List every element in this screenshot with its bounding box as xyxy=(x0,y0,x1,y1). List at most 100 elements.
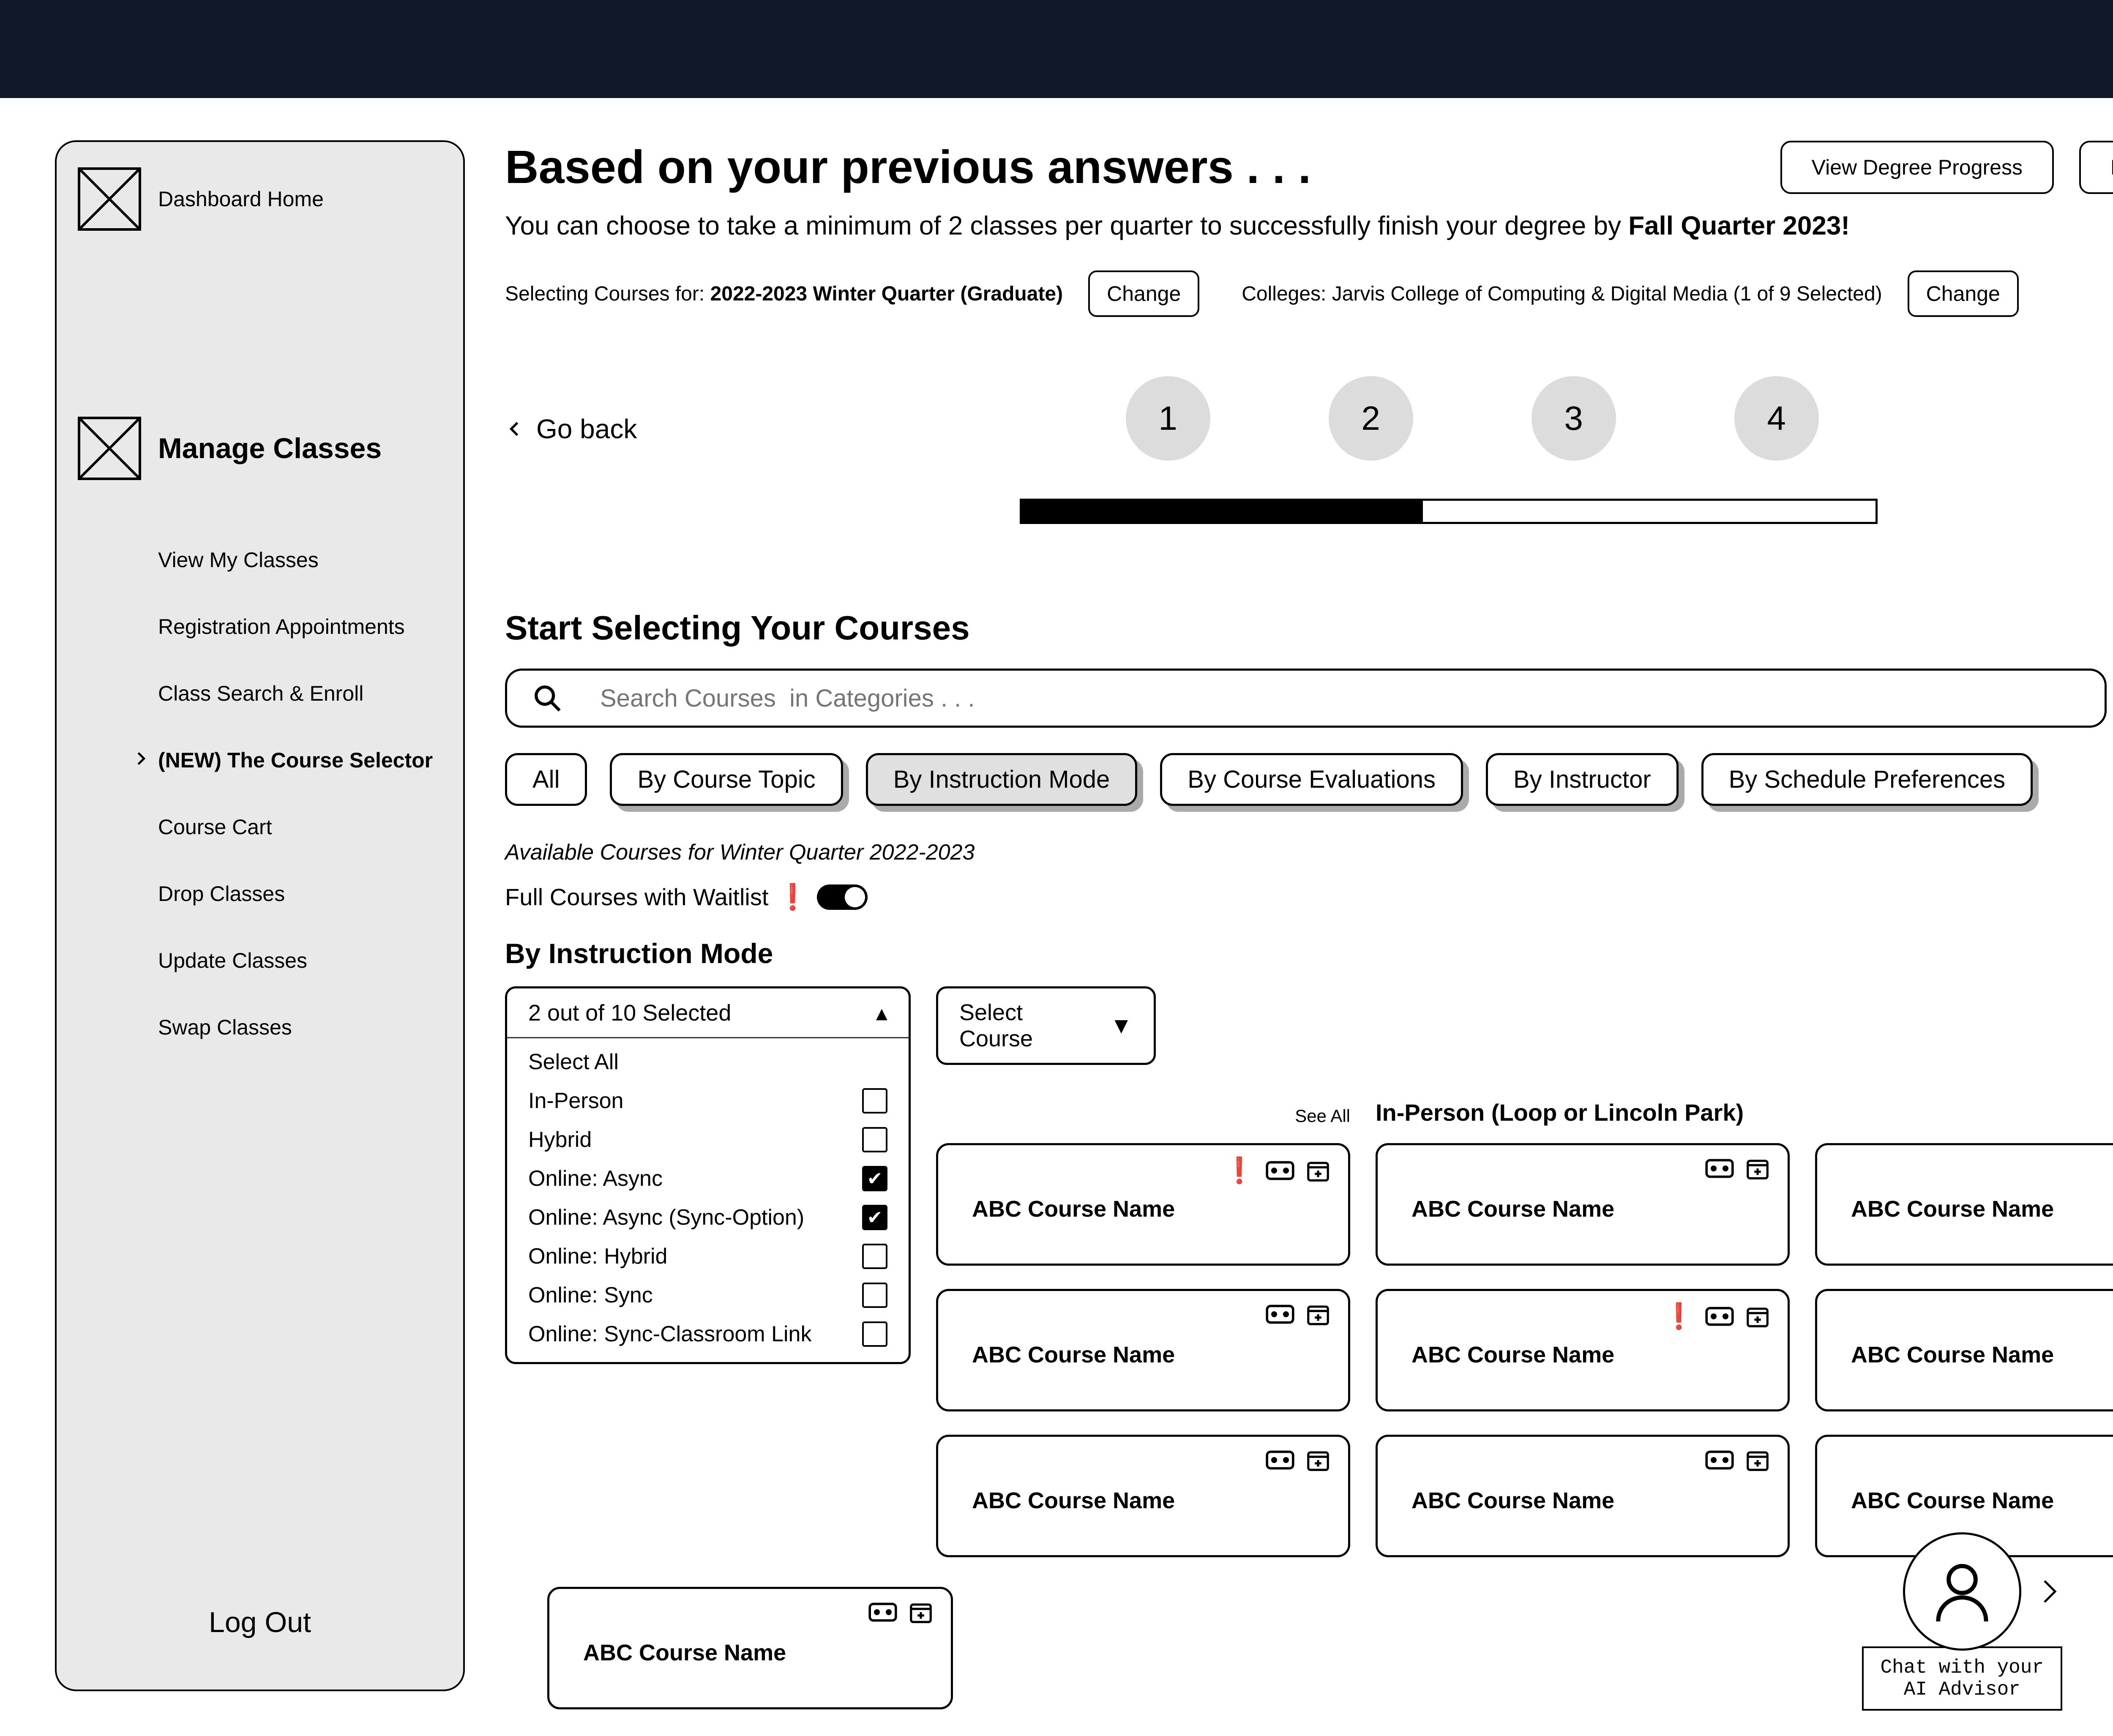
exclamation-icon: ❗ xyxy=(1223,1155,1255,1185)
colleges-label: Colleges: Jarvis College of Computing & … xyxy=(1242,282,1882,306)
vr-icon xyxy=(1705,1305,1734,1328)
filter-course-topic[interactable]: By Course Topic xyxy=(610,753,843,806)
checkbox[interactable] xyxy=(862,1244,887,1269)
sidebar-label: Manage Classes xyxy=(158,432,382,465)
logout-button[interactable]: Log Out xyxy=(78,1606,442,1639)
sidebar-class-search-enroll[interactable]: Class Search & Enroll xyxy=(78,681,442,706)
checkbox[interactable] xyxy=(862,1088,887,1114)
course-card[interactable]: ❗ ABC Course Name xyxy=(1376,1289,1790,1411)
dropdown-online-sync-classroom[interactable]: Online: Sync-Classroom Link xyxy=(524,1315,892,1354)
course-card[interactable]: ABC Course Name xyxy=(1815,1289,2113,1411)
sidebar-update-classes[interactable]: Update Classes xyxy=(78,948,442,973)
sidebar-swap-classes[interactable]: Swap Classes xyxy=(78,1015,442,1040)
vr-icon xyxy=(868,1600,898,1624)
calendar-add-icon[interactable] xyxy=(1305,1301,1331,1327)
course-card[interactable]: ABC Course Name xyxy=(1376,1143,1790,1266)
checkbox[interactable]: ✔ xyxy=(862,1166,887,1191)
section-heading: Start Selecting Your Courses xyxy=(505,609,2113,647)
dropdown-menu: Select All In-Person Hybrid Online: Asyn… xyxy=(507,1037,909,1362)
filter-instructor[interactable]: By Instructor xyxy=(1486,753,1679,806)
exclamation-icon: ❗ xyxy=(1663,1301,1695,1331)
page-title: Based on your previous answers . . . xyxy=(505,140,1311,194)
sidebar-view-my-classes[interactable]: View My Classes xyxy=(78,548,442,572)
dropdown-online-async-sync[interactable]: Online: Async (Sync-Option)✔ xyxy=(524,1198,892,1237)
subtitle: You can choose to take a minimum of 2 cl… xyxy=(505,211,2113,241)
checkbox[interactable]: ✔ xyxy=(862,1205,887,1230)
sidebar-manage-classes[interactable]: Manage Classes xyxy=(78,417,442,480)
filter-all[interactable]: All xyxy=(505,753,587,806)
instruction-mode-dropdown[interactable]: 2 out of 10 Selected ▴ Select All In-Per… xyxy=(505,986,911,1364)
go-back-button[interactable]: Go back xyxy=(505,413,637,445)
course-card[interactable]: ABC Course Name xyxy=(1815,1143,2113,1266)
chat-avatar[interactable] xyxy=(1903,1532,2021,1651)
change-term-button[interactable]: Change xyxy=(1088,270,1199,317)
calendar-add-icon[interactable] xyxy=(908,1599,934,1625)
calendar-add-icon[interactable] xyxy=(1305,1447,1331,1473)
vr-icon xyxy=(1705,1157,1734,1180)
change-colleges-button[interactable]: Change xyxy=(1908,270,2019,317)
available-courses-label: Available Courses for Winter Quarter 202… xyxy=(505,840,2113,865)
sidebar-course-cart[interactable]: Course Cart xyxy=(78,815,442,839)
step-4: 4 xyxy=(1734,376,1819,461)
calendar-add-icon[interactable] xyxy=(1744,1447,1771,1473)
placeholder-icon xyxy=(78,417,141,480)
vr-icon xyxy=(1705,1448,1734,1472)
calendar-add-icon[interactable] xyxy=(1744,1303,1771,1329)
step-indicator: 1 2 3 4 xyxy=(1126,376,1819,461)
progress-bar xyxy=(1020,499,1878,524)
dropdown-online-sync[interactable]: Online: Sync xyxy=(524,1276,892,1315)
caret-down-icon: ▼ xyxy=(1110,1013,1133,1039)
course-card[interactable]: ABC Course Name xyxy=(936,1289,1350,1411)
sidebar-course-selector[interactable]: (NEW) The Course Selector xyxy=(78,748,442,772)
course-card[interactable]: ABC Course Name xyxy=(547,1587,953,1709)
search-box[interactable] xyxy=(505,669,2107,728)
chevron-left-icon xyxy=(505,416,524,442)
step-1: 1 xyxy=(1126,376,1210,461)
column-header-inperson: In-Person (Loop or Lincoln Park) xyxy=(1376,1099,1744,1126)
dropdown-online-hybrid[interactable]: Online: Hybrid xyxy=(524,1237,892,1276)
sidebar-dashboard-home[interactable]: Dashboard Home xyxy=(78,167,442,231)
checkbox[interactable] xyxy=(862,1127,887,1152)
sidebar-registration-appointments[interactable]: Registration Appointments xyxy=(78,614,442,639)
chat-widget: Chat with your AI Advisor xyxy=(1862,1532,2062,1711)
step-3: 3 xyxy=(1532,376,1616,461)
search-input[interactable] xyxy=(600,684,2079,712)
course-card[interactable]: ABC Course Name xyxy=(936,1435,1350,1557)
placeholder-icon xyxy=(78,167,141,231)
search-icon xyxy=(532,683,562,713)
dropdown-header[interactable]: 2 out of 10 Selected ▴ xyxy=(507,988,909,1037)
dropdown-in-person[interactable]: In-Person xyxy=(524,1081,892,1120)
course-card[interactable]: ABC Course Name xyxy=(1376,1435,1790,1557)
calendar-add-icon[interactable] xyxy=(1744,1155,1771,1182)
main-content: Based on your previous answers . . . Vie… xyxy=(465,98,2113,1691)
sidebar-label: Dashboard Home xyxy=(158,187,324,211)
sidebar: Dashboard Home Manage Classes View My Cl… xyxy=(55,140,465,1691)
calendar-add-icon[interactable] xyxy=(1305,1157,1331,1184)
vr-icon xyxy=(1265,1159,1295,1182)
person-icon xyxy=(1926,1556,1998,1627)
see-all-link-1[interactable]: See All xyxy=(1295,1106,1350,1126)
exclamation-icon: ❗ xyxy=(777,882,808,912)
view-degree-progress-button[interactable]: View Degree Progress xyxy=(1780,141,2054,194)
waitlist-toggle[interactable] xyxy=(817,884,868,910)
dropdown-select-all[interactable]: Select All xyxy=(524,1043,892,1081)
mode-heading: By Instruction Mode xyxy=(505,937,2113,969)
vr-icon xyxy=(1265,1302,1295,1326)
step-2: 2 xyxy=(1329,376,1413,461)
selecting-for-label: Selecting Courses for: 2022-2023 Winter … xyxy=(505,282,1063,306)
edit-schedule-preferences-button[interactable]: Edit Schedule Preferences xyxy=(2079,141,2113,194)
filter-course-evaluations[interactable]: By Course Evaluations xyxy=(1160,753,1463,806)
top-bar xyxy=(0,0,2113,98)
dropdown-hybrid[interactable]: Hybrid xyxy=(524,1120,892,1159)
dropdown-online-async[interactable]: Online: Async✔ xyxy=(524,1159,892,1198)
checkbox[interactable] xyxy=(862,1283,887,1308)
chevron-right-icon[interactable] xyxy=(2036,1568,2061,1615)
chat-prompt[interactable]: Chat with your AI Advisor xyxy=(1862,1646,2062,1711)
filter-instruction-mode[interactable]: By Instruction Mode xyxy=(866,753,1138,806)
sidebar-drop-classes[interactable]: Drop Classes xyxy=(78,882,442,906)
checkbox[interactable] xyxy=(862,1321,887,1347)
course-card[interactable]: ❗ ABC Course Name xyxy=(936,1143,1350,1266)
caret-up-icon: ▴ xyxy=(876,999,887,1026)
select-course-dropdown[interactable]: Select Course ▼ xyxy=(936,986,1156,1065)
filter-schedule-preferences[interactable]: By Schedule Preferences xyxy=(1701,753,2033,806)
